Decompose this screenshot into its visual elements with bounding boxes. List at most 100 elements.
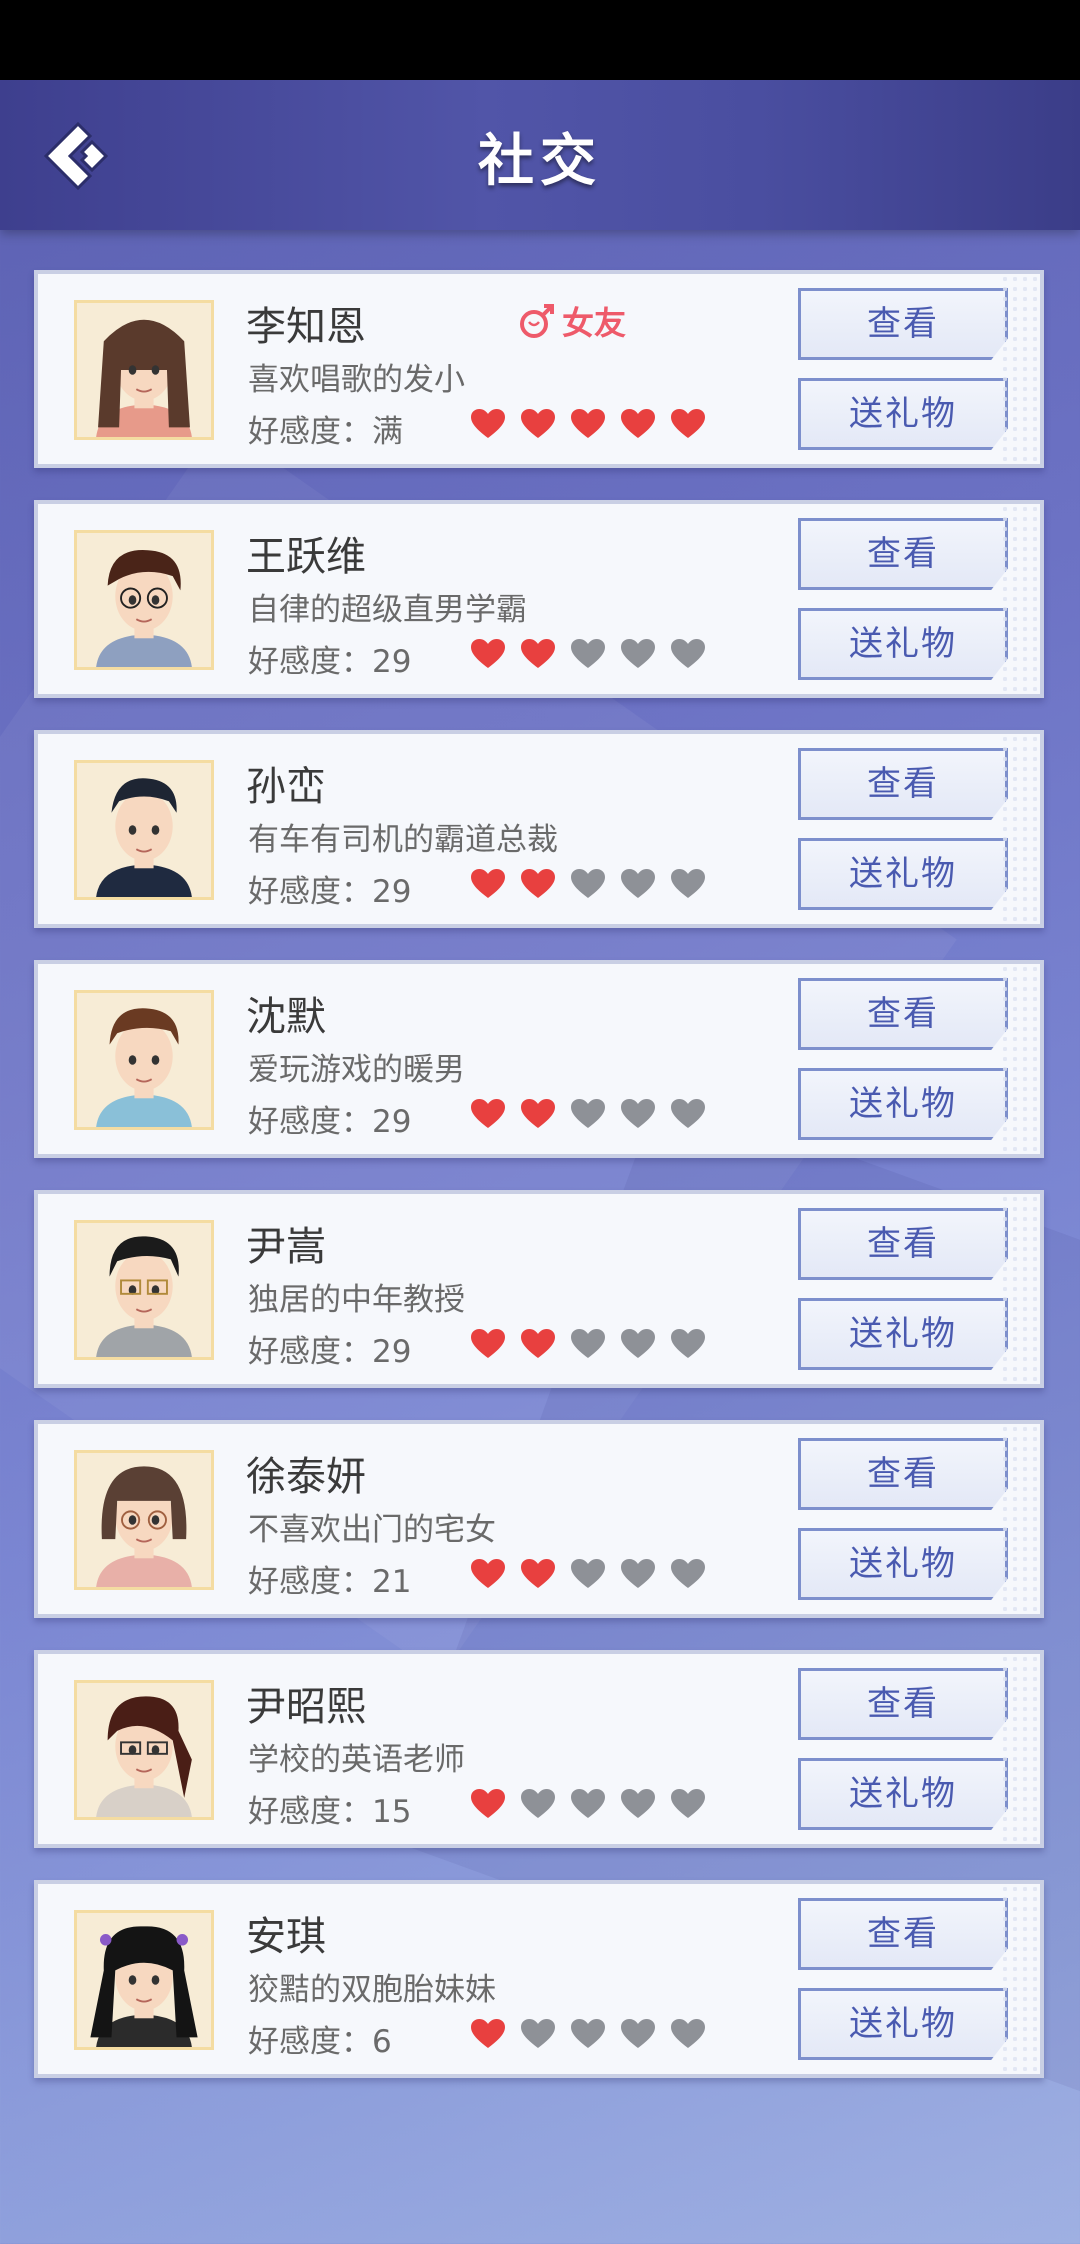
heart-icon xyxy=(520,868,556,904)
heart-icon xyxy=(570,408,606,444)
heart-icon xyxy=(670,2018,706,2054)
character-description: 不喜欢出门的宅女 xyxy=(248,1512,496,1548)
view-button[interactable]: 查看 xyxy=(798,978,1008,1050)
send-gift-button[interactable]: 送礼物 xyxy=(798,1528,1008,1600)
favor-label: 好感度：15 xyxy=(248,1794,412,1830)
heart-icon xyxy=(670,1558,706,1594)
heart-icon xyxy=(520,1328,556,1364)
heart-icon xyxy=(470,1788,506,1824)
heart-icon xyxy=(670,1328,706,1364)
heart-icon xyxy=(670,408,706,444)
heart-icon xyxy=(520,1098,556,1134)
heart-icon xyxy=(470,1558,506,1594)
character-card: 孙峦有车有司机的霸道总裁 好感度：29 查看送礼物 xyxy=(34,730,1044,928)
send-gift-button[interactable]: 送礼物 xyxy=(798,1068,1008,1140)
character-card: 王跃维 自律的超级直男学霸 好感度：29 查看 送礼物 xyxy=(34,500,1044,698)
character-description: 狡黠的双胞胎妹妹 xyxy=(248,1972,496,2008)
heart-icon xyxy=(520,1558,556,1594)
character-name: 尹嵩 xyxy=(246,1224,326,1270)
heart-icon xyxy=(620,1098,656,1134)
character-description: 有车有司机的霸道总裁 xyxy=(248,822,558,858)
heart-icon xyxy=(670,638,706,674)
view-button[interactable]: 查看 xyxy=(798,1208,1008,1280)
character-name: 李知恩 xyxy=(246,304,366,350)
heart-icon xyxy=(620,408,656,444)
heart-icon xyxy=(520,1788,556,1824)
view-button[interactable]: 查看 xyxy=(798,288,1008,360)
heart-icon xyxy=(570,1788,606,1824)
heart-icon xyxy=(520,2018,556,2054)
heart-icon xyxy=(520,408,556,444)
status-bar xyxy=(0,0,1080,80)
favor-hearts xyxy=(470,1558,706,1594)
relationship-icon xyxy=(520,304,554,338)
character-name: 尹昭熙 xyxy=(246,1684,366,1730)
favor-hearts xyxy=(470,638,706,674)
heart-icon xyxy=(570,868,606,904)
avatar xyxy=(74,300,214,440)
character-description: 自律的超级直男学霸 xyxy=(248,592,527,628)
heart-icon xyxy=(470,1098,506,1134)
favor-label: 好感度：29 xyxy=(248,874,412,910)
character-card: 沈默 爱玩游戏的暖男 好感度：29 查看 送礼物 xyxy=(34,960,1044,1158)
view-button[interactable]: 查看 xyxy=(798,1668,1008,1740)
avatar xyxy=(74,1220,214,1360)
send-gift-button[interactable]: 送礼物 xyxy=(798,1988,1008,2060)
header-bar: 社交 xyxy=(0,80,1080,230)
send-gift-button[interactable]: 送礼物 xyxy=(798,608,1008,680)
page-title: 社交 xyxy=(478,129,602,194)
heart-icon xyxy=(470,638,506,674)
view-button[interactable]: 查看 xyxy=(798,518,1008,590)
character-name: 沈默 xyxy=(246,994,326,1040)
favor-label: 好感度：29 xyxy=(248,1334,412,1370)
heart-icon xyxy=(620,2018,656,2054)
heart-icon xyxy=(620,1328,656,1364)
heart-icon xyxy=(670,1098,706,1134)
character-description: 爱玩游戏的暖男 xyxy=(248,1052,465,1088)
heart-icon xyxy=(470,2018,506,2054)
favor-hearts xyxy=(470,2018,706,2054)
favor-hearts xyxy=(470,1788,706,1824)
favor-hearts xyxy=(470,1098,706,1134)
heart-icon xyxy=(470,1328,506,1364)
send-gift-button[interactable]: 送礼物 xyxy=(798,1298,1008,1370)
character-name: 徐泰妍 xyxy=(246,1454,366,1500)
favor-hearts xyxy=(470,868,706,904)
heart-icon xyxy=(470,868,506,904)
character-description: 学校的英语老师 xyxy=(248,1742,465,1778)
favor-label: 好感度：21 xyxy=(248,1564,412,1600)
heart-icon xyxy=(620,868,656,904)
girlfriend-badge: 女友 xyxy=(518,298,626,344)
heart-icon xyxy=(670,1788,706,1824)
send-gift-button[interactable]: 送礼物 xyxy=(798,378,1008,450)
heart-icon xyxy=(570,638,606,674)
favor-label: 好感度：满 xyxy=(248,414,403,450)
character-card: 尹昭熙学校的英语老师 好感度：15 查看送礼物 xyxy=(34,1650,1044,1848)
character-name: 安琪 xyxy=(246,1914,326,1960)
heart-icon xyxy=(570,1328,606,1364)
heart-icon xyxy=(570,1098,606,1134)
favor-hearts xyxy=(470,1328,706,1364)
send-gift-button[interactable]: 送礼物 xyxy=(798,838,1008,910)
character-list: 李知恩 女友 喜欢唱歌的发小 好感度：满 查看 送礼物 王跃维 自律的超级直男学霸 好感度：29… xyxy=(34,270,1044,2110)
heart-icon xyxy=(620,1558,656,1594)
avatar xyxy=(74,530,214,670)
view-button[interactable]: 查看 xyxy=(798,1438,1008,1510)
avatar xyxy=(74,1680,214,1820)
view-button[interactable]: 查看 xyxy=(798,748,1008,820)
badge-label: 女友 xyxy=(562,304,627,342)
character-card: 安琪 狡黠的双胞胎妹妹 好感度：6 查看 送礼物 xyxy=(34,1880,1044,2078)
heart-icon xyxy=(520,638,556,674)
heart-icon xyxy=(620,1788,656,1824)
heart-icon xyxy=(620,638,656,674)
send-gift-button[interactable]: 送礼物 xyxy=(798,1758,1008,1830)
favor-hearts xyxy=(470,408,706,444)
view-button[interactable]: 查看 xyxy=(798,1898,1008,1970)
character-description: 喜欢唱歌的发小 xyxy=(248,362,465,398)
character-name: 王跃维 xyxy=(246,534,366,580)
character-card: 尹嵩 独居的中年教授 好感度：29 查看 送礼物 xyxy=(34,1190,1044,1388)
heart-icon xyxy=(570,2018,606,2054)
avatar xyxy=(74,1910,214,2050)
character-name: 孙峦 xyxy=(246,764,326,810)
heart-icon xyxy=(670,868,706,904)
